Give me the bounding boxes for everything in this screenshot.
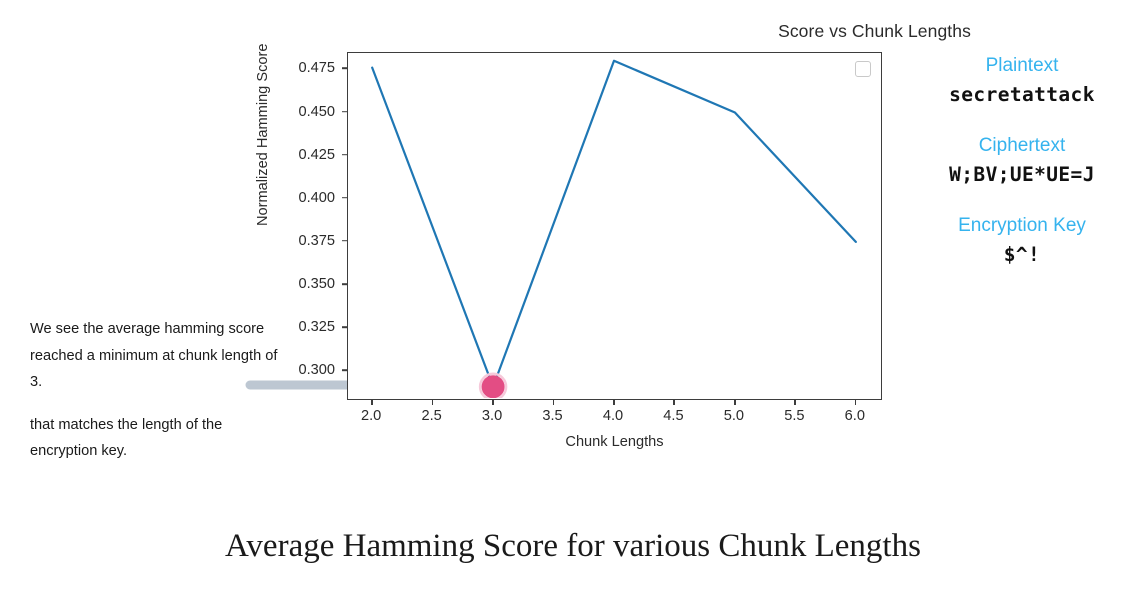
y-tick-label: 0.350 xyxy=(298,276,335,292)
encryption-key-value: $^! xyxy=(1003,243,1041,266)
crypto-info-panel: Plaintext secretattack Ciphertext W;BV;U… xyxy=(898,52,1146,292)
legend-box[interactable] xyxy=(855,61,871,77)
data-line xyxy=(371,59,857,388)
ciphertext-value: W;BV;UE*UE=J xyxy=(949,163,1095,186)
y-tick-label: 0.475 xyxy=(298,60,335,77)
x-tick-mark xyxy=(371,400,373,405)
x-tick-mark xyxy=(492,400,494,405)
x-tick-label: 5.5 xyxy=(784,408,805,424)
x-tick-label: 3.5 xyxy=(542,408,563,424)
x-axis-label: Chunk Lengths xyxy=(565,434,664,450)
x-tick-label: 4.0 xyxy=(602,408,624,424)
x-tick-mark xyxy=(431,400,434,405)
ciphertext-heading: Ciphertext xyxy=(978,135,1066,156)
info-block-plaintext: Plaintext secretattack xyxy=(898,52,1146,110)
y-tick-label: 0.425 xyxy=(298,146,335,163)
x-axis-ticks: 2.0 2.5 3.0 3.5 4.0 4.5 5.0 5.5 6.0 xyxy=(347,400,882,426)
y-tick-label: 0.400 xyxy=(298,189,335,206)
x-tick-mark xyxy=(613,400,615,405)
annotation-paragraph-2: that matches the length of the encryptio… xyxy=(30,416,223,460)
plot-area xyxy=(347,52,882,400)
y-tick-label: 0.300 xyxy=(298,362,335,379)
x-tick-mark xyxy=(794,400,796,405)
info-block-ciphertext: Ciphertext W;BV;UE*UE=J xyxy=(898,132,1146,190)
x-tick-label: 4.5 xyxy=(663,408,684,424)
x-tick-mark xyxy=(733,400,736,405)
info-block-encryption-key: Encryption Key $^! xyxy=(898,212,1146,270)
plaintext-value: secretattack xyxy=(949,83,1095,106)
chart-figure: Score vs Chunk Lengths Normalized Hammin… xyxy=(255,21,971,462)
x-tick-label: 6.0 xyxy=(844,408,865,424)
x-tick-label: 5.0 xyxy=(723,408,745,424)
x-tick-mark xyxy=(854,400,857,405)
x-tick-mark xyxy=(552,400,555,405)
x-tick-mark xyxy=(673,400,676,405)
y-axis-ticks: 0.300 0.325 0.350 0.375 0.400 0.425 0.450 0.475 xyxy=(260,52,347,400)
plaintext-heading: Plaintext xyxy=(985,55,1059,76)
x-tick-label: 3.0 xyxy=(481,408,503,424)
y-tick-label: 0.325 xyxy=(298,319,335,336)
x-tick-label: 2.0 xyxy=(361,408,382,424)
x-tick-label: 2.5 xyxy=(421,408,442,424)
y-tick-label: 0.450 xyxy=(298,103,335,120)
y-tick-label: 0.375 xyxy=(298,232,335,249)
minimum-point-marker xyxy=(481,375,505,398)
page-caption: Average Hamming Score for various Chunk … xyxy=(225,528,921,564)
encryption-key-heading: Encryption Key xyxy=(958,215,1086,236)
chart-title: Score vs Chunk Lengths xyxy=(778,21,971,41)
